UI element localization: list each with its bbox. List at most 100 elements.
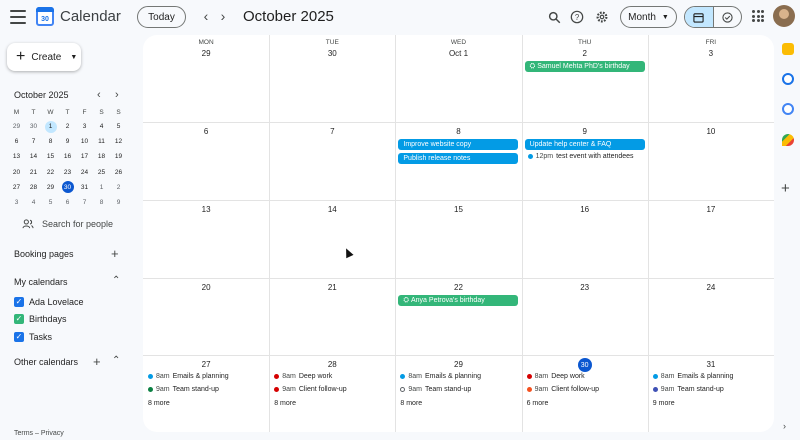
mini-day[interactable]: 3: [76, 119, 93, 134]
date-number[interactable]: 15: [439, 205, 479, 214]
mini-day[interactable]: 8: [42, 134, 59, 149]
timed-event[interactable]: 12pm test event with attendees: [527, 153, 634, 160]
next-period-icon[interactable]: ›: [215, 8, 231, 24]
more-events-link[interactable]: 6 more: [527, 400, 549, 407]
mini-day[interactable]: 27: [8, 180, 25, 195]
mini-day[interactable]: 13: [8, 149, 25, 164]
mini-next-month-icon[interactable]: ›: [115, 89, 119, 101]
mini-day[interactable]: 15: [42, 149, 59, 164]
date-number[interactable]: 3: [691, 49, 731, 58]
keep-icon[interactable]: [782, 43, 794, 55]
mini-day[interactable]: 3: [8, 195, 25, 210]
other-calendars-heading[interactable]: Other calendars: [14, 357, 78, 367]
account-avatar[interactable]: [773, 5, 795, 27]
more-events-link[interactable]: 8 more: [148, 400, 170, 407]
calendar-item[interactable]: ✓ Ada Lovelace: [14, 297, 84, 307]
timed-event[interactable]: 8am Emails & planning: [652, 373, 733, 380]
mini-prev-month-icon[interactable]: ‹: [97, 89, 101, 101]
mini-day[interactable]: 2: [59, 119, 76, 134]
mini-day[interactable]: 6: [59, 195, 76, 210]
maps-icon[interactable]: [782, 134, 794, 146]
today-button[interactable]: Today: [137, 6, 186, 28]
date-number[interactable]: 6: [186, 127, 226, 136]
timed-event[interactable]: 9am Team stand-up: [652, 386, 724, 393]
mini-day[interactable]: 30: [59, 180, 76, 195]
date-number[interactable]: 8: [439, 127, 479, 136]
view-switcher-dropdown[interactable]: Month ▼: [620, 6, 677, 28]
more-events-link[interactable]: 8 more: [400, 400, 422, 407]
mini-day[interactable]: 17: [76, 149, 93, 164]
mini-day[interactable]: 19: [110, 149, 127, 164]
checkbox-checked-icon[interactable]: ✓: [14, 332, 24, 342]
tasks-icon[interactable]: [782, 73, 794, 85]
date-number[interactable]: 2: [565, 49, 605, 58]
mini-day[interactable]: 9: [110, 195, 127, 210]
date-number[interactable]: 29: [439, 360, 479, 369]
date-number[interactable]: 9: [565, 127, 605, 136]
timed-event[interactable]: 8am Deep work: [274, 373, 332, 380]
timed-event[interactable]: 8am Emails & planning: [148, 373, 229, 380]
create-button[interactable]: + Create ▼: [7, 43, 81, 71]
mini-day[interactable]: 22: [42, 165, 59, 180]
mini-day[interactable]: 8: [93, 195, 110, 210]
mini-day[interactable]: 1: [42, 119, 59, 134]
date-number[interactable]: 16: [565, 205, 605, 214]
mini-day[interactable]: 1: [93, 180, 110, 195]
mini-day[interactable]: 31: [76, 180, 93, 195]
date-number[interactable]: 17: [691, 205, 731, 214]
checkbox-checked-icon[interactable]: ✓: [14, 314, 24, 324]
terms-privacy-links[interactable]: Terms – Privacy: [14, 430, 64, 437]
mini-day[interactable]: 14: [25, 149, 42, 164]
mini-day[interactable]: 12: [110, 134, 127, 149]
previous-period-icon[interactable]: ‹: [198, 8, 214, 24]
mini-day[interactable]: 23: [59, 165, 76, 180]
calendar-item[interactable]: ✓ Birthdays: [14, 314, 67, 324]
search-people-field[interactable]: Search for people: [22, 219, 113, 229]
mini-day[interactable]: 26: [110, 165, 127, 180]
add-other-calendar-icon[interactable]: +: [93, 355, 101, 368]
add-booking-page-icon[interactable]: +: [111, 247, 119, 260]
get-addons-plus-icon[interactable]: +: [781, 181, 790, 196]
my-calendars-heading[interactable]: My calendars: [14, 277, 68, 287]
google-apps-icon[interactable]: [752, 10, 764, 22]
mini-day[interactable]: 2: [110, 180, 127, 195]
birthday-event-chip[interactable]: ⛭ Samuel Mehta PhD's birthday: [524, 61, 645, 72]
mini-day[interactable]: 11: [93, 134, 110, 149]
mini-day[interactable]: 7: [25, 134, 42, 149]
date-number[interactable]: 7: [312, 127, 352, 136]
date-number[interactable]: 13: [186, 205, 226, 214]
mini-day[interactable]: 7: [76, 195, 93, 210]
contacts-icon[interactable]: [782, 103, 794, 115]
timed-event[interactable]: 9am Team stand-up: [148, 386, 219, 393]
mini-day[interactable]: 18: [93, 149, 110, 164]
today-date-number[interactable]: 30: [577, 358, 592, 372]
calendar-item[interactable]: ✓ Tasks: [14, 332, 52, 342]
settings-gear-icon[interactable]: [593, 8, 611, 26]
birthday-event-chip[interactable]: ⛭ Anya Petrova's birthday: [398, 295, 519, 306]
mini-day[interactable]: 21: [25, 165, 42, 180]
date-number[interactable]: 14: [312, 205, 352, 214]
date-number[interactable]: 28: [312, 360, 352, 369]
timed-event[interactable]: 9am Client follow-up: [274, 386, 347, 393]
mini-day[interactable]: 24: [76, 165, 93, 180]
timed-event[interactable]: 9am Client follow-up: [526, 386, 599, 393]
mini-day[interactable]: 29: [42, 180, 59, 195]
calendar-logo-icon[interactable]: 30: [36, 7, 54, 26]
mini-day[interactable]: 28: [25, 180, 42, 195]
mini-day[interactable]: 4: [25, 195, 42, 210]
date-number[interactable]: Oct 1: [439, 49, 479, 58]
collapse-chevron-icon[interactable]: ⌃: [112, 356, 120, 366]
date-number[interactable]: 31: [691, 360, 731, 369]
date-number[interactable]: 10: [691, 127, 731, 136]
mini-day[interactable]: 9: [59, 134, 76, 149]
help-icon[interactable]: ?: [568, 8, 586, 26]
calendar-view-toggle-icon[interactable]: [685, 7, 714, 27]
timed-event[interactable]: 8am Emails & planning: [400, 373, 481, 380]
mini-day[interactable]: 10: [76, 134, 93, 149]
main-menu-icon[interactable]: [10, 8, 26, 26]
task-event-chip[interactable]: Update help center & FAQ: [524, 139, 645, 150]
mini-day[interactable]: 20: [8, 165, 25, 180]
mini-day[interactable]: 6: [8, 134, 25, 149]
date-number[interactable]: 23: [565, 283, 605, 292]
more-events-link[interactable]: 8 more: [274, 400, 296, 407]
